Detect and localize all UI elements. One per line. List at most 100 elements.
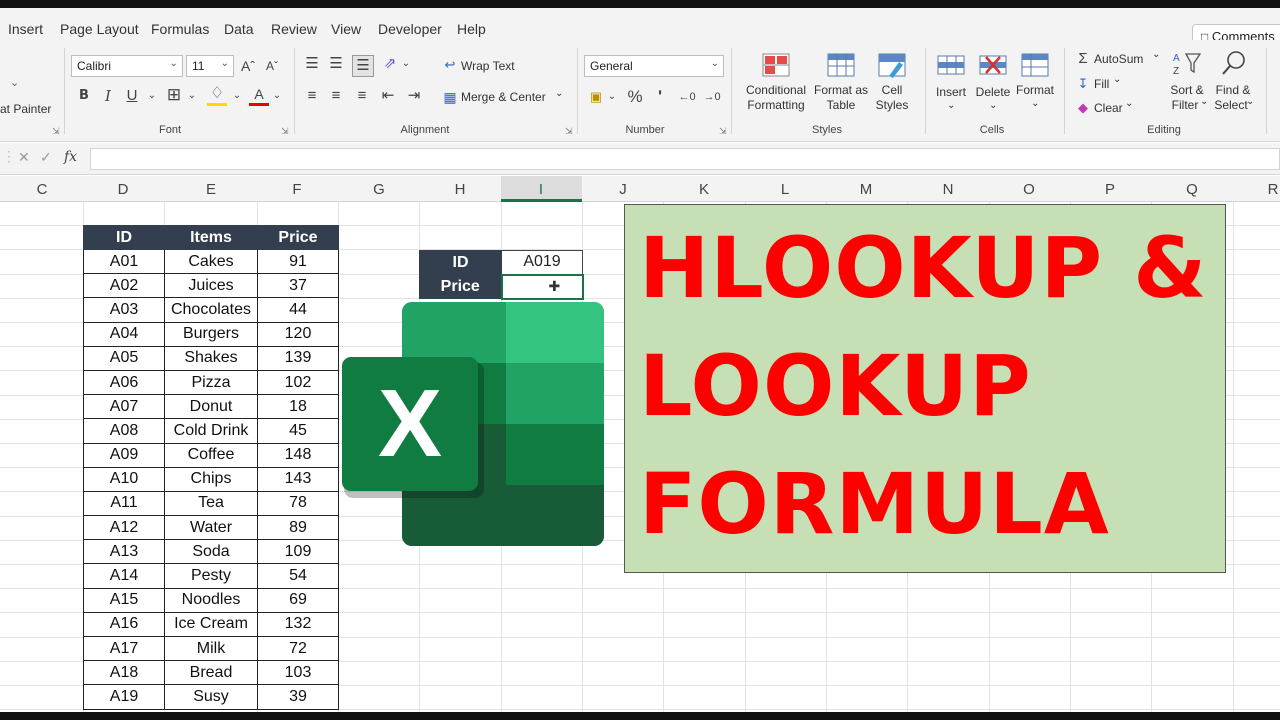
cell-id[interactable]: A09	[83, 442, 165, 468]
column-header[interactable]: G	[359, 181, 399, 198]
tab-formulas[interactable]: Formulas	[151, 21, 209, 37]
percent-icon[interactable]: %	[625, 87, 645, 107]
format-as-table-label-2[interactable]: Table	[812, 98, 870, 113]
chevron-down-icon[interactable]: ⌄	[947, 100, 955, 111]
cell-styles-label-2[interactable]: Styles	[868, 98, 916, 113]
dialog-launcher-icon[interactable]: ⇲	[52, 126, 60, 137]
chevron-down-icon[interactable]: ⌄	[1246, 96, 1254, 107]
column-heading-price[interactable]: Price	[257, 225, 339, 250]
decrease-decimal-icon[interactable]: →0	[702, 87, 722, 107]
column-header[interactable]: K	[684, 181, 724, 198]
chevron-down-icon[interactable]: ⌄	[1125, 98, 1133, 109]
align-top-icon[interactable]: ☰	[302, 54, 322, 74]
increase-font-size-icon[interactable]: Aˆ	[238, 56, 258, 76]
column-header[interactable]: Q	[1172, 181, 1212, 198]
cell-item[interactable]: Water	[164, 515, 258, 541]
number-format-dropdown[interactable]: General ⌄	[584, 55, 724, 77]
cell-id[interactable]: A15	[83, 587, 165, 613]
title-textbox[interactable]: HLOOKUP & LOOKUP FORMULA	[624, 204, 1226, 573]
column-header[interactable]: M	[846, 181, 886, 198]
fill-button[interactable]: Fill	[1094, 77, 1109, 91]
align-left-icon[interactable]: ≡	[302, 86, 322, 106]
delete-cells-icon[interactable]	[978, 52, 1008, 78]
tab-page-layout[interactable]: Page Layout	[60, 21, 139, 37]
tab-view[interactable]: View	[331, 21, 361, 37]
cell-item[interactable]: Pesty	[164, 563, 258, 589]
cell-price[interactable]: 103	[257, 660, 339, 686]
cell-id[interactable]: A01	[83, 248, 165, 275]
lookup-id-label[interactable]: ID	[419, 250, 502, 275]
cell-price[interactable]: 37	[257, 273, 339, 299]
chevron-down-icon[interactable]: ⌄	[1152, 49, 1160, 60]
tab-insert[interactable]: Insert	[8, 21, 43, 37]
dialog-launcher-icon[interactable]: ⇲	[565, 126, 573, 137]
cell-item[interactable]: Chocolates	[164, 297, 258, 323]
cell-item[interactable]: Tea	[164, 490, 258, 517]
cell-item[interactable]: Juices	[164, 273, 258, 299]
column-header[interactable]: R	[1253, 181, 1280, 198]
tab-data[interactable]: Data	[224, 21, 254, 37]
cell-item[interactable]: Cakes	[164, 248, 258, 275]
clear-button[interactable]: Clear	[1094, 101, 1123, 115]
tab-help[interactable]: Help	[457, 21, 486, 37]
cell-item[interactable]: Bread	[164, 660, 258, 686]
conditional-formatting-icon[interactable]	[761, 52, 791, 78]
cell-id[interactable]: A14	[83, 563, 165, 589]
insert-function-icon[interactable]: fx	[64, 149, 77, 165]
cell-id[interactable]: A17	[83, 635, 165, 662]
lookup-id-value[interactable]: A019	[501, 250, 583, 275]
cell-id[interactable]: A11	[83, 490, 165, 517]
format-as-table-label-1[interactable]: Format as	[812, 83, 870, 98]
delete-cells-button[interactable]: Delete	[972, 85, 1014, 100]
cell-styles-label-1[interactable]: Cell	[872, 83, 912, 98]
cell-id[interactable]: A07	[83, 394, 165, 420]
cancel-icon[interactable]: ✕	[18, 149, 30, 166]
cell-id[interactable]: A04	[83, 321, 165, 347]
column-heading-id[interactable]: ID	[83, 225, 165, 250]
italic-icon[interactable]: I	[98, 86, 118, 106]
cell-price[interactable]: 39	[257, 684, 339, 710]
sort-filter-icon[interactable]: A Z	[1172, 50, 1202, 76]
enter-icon[interactable]: ✓	[40, 149, 52, 166]
cell-id[interactable]: A18	[83, 660, 165, 686]
column-header[interactable]: L	[765, 181, 805, 198]
chevron-down-icon[interactable]: ⌄	[267, 86, 287, 106]
chevron-down-icon[interactable]: ⌄	[602, 87, 622, 107]
fill-color-icon[interactable]: ♢	[207, 84, 227, 106]
cell-id[interactable]: A08	[83, 418, 165, 444]
cell-price[interactable]: 143	[257, 466, 339, 492]
cell-id[interactable]: A12	[83, 515, 165, 541]
chevron-down-icon[interactable]: ⌄	[10, 76, 19, 89]
chevron-down-icon[interactable]: ⌄	[1200, 96, 1208, 107]
cell-price[interactable]: 18	[257, 394, 339, 420]
cell-item[interactable]: Milk	[164, 635, 258, 662]
chevron-down-icon[interactable]: ⌄	[1031, 98, 1039, 109]
column-header[interactable]: D	[103, 181, 143, 198]
column-header[interactable]: P	[1090, 181, 1130, 198]
insert-cells-icon[interactable]	[936, 52, 966, 78]
cell-item[interactable]: Cold Drink	[164, 418, 258, 444]
column-header[interactable]: F	[277, 181, 317, 198]
conditional-formatting-label-2[interactable]: Formatting	[740, 98, 812, 113]
cell-price[interactable]: 69	[257, 587, 339, 613]
column-header[interactable]: H	[440, 181, 480, 198]
cell-id[interactable]: A13	[83, 539, 165, 565]
cell-item[interactable]: Chips	[164, 466, 258, 492]
cell-item[interactable]: Soda	[164, 539, 258, 565]
cell-price[interactable]: 78	[257, 490, 339, 517]
cell-price[interactable]: 54	[257, 563, 339, 589]
cell-id[interactable]: A05	[83, 345, 165, 371]
dialog-launcher-icon[interactable]: ⇲	[281, 126, 289, 137]
chevron-down-icon[interactable]: ⌄	[227, 86, 247, 106]
align-right-icon[interactable]: ≡	[352, 86, 372, 106]
chevron-down-icon[interactable]: ⌄	[142, 86, 162, 106]
cell-price[interactable]: 109	[257, 539, 339, 565]
cell-item[interactable]: Donut	[164, 394, 258, 420]
cell-id[interactable]: A02	[83, 273, 165, 299]
cell-item[interactable]: Shakes	[164, 345, 258, 371]
comma-style-icon[interactable]: ʹ	[650, 87, 670, 107]
wrap-text-button[interactable]: Wrap Text	[461, 59, 515, 73]
column-header[interactable]: N	[928, 181, 968, 198]
column-header[interactable]: J	[603, 181, 643, 198]
cell-price[interactable]: 148	[257, 442, 339, 468]
